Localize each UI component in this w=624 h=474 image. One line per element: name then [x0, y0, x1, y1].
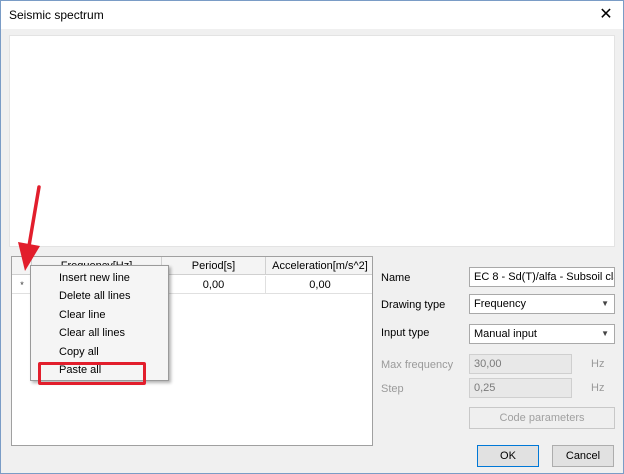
seismic-spectrum-dialog: Seismic spectrum ✕ Frequency[Hz] Period[…: [0, 0, 624, 474]
input-type-value: Manual input: [474, 328, 537, 340]
step-field: 0,25: [469, 378, 572, 398]
max-frequency-field: 30,00: [469, 354, 572, 374]
drawing-type-value: Frequency: [474, 298, 526, 310]
red-arrow-icon: [18, 185, 41, 271]
drawing-type-select[interactable]: Frequency ▼: [469, 294, 615, 314]
max-frequency-unit: Hz: [591, 358, 605, 370]
step-label: Step: [381, 383, 404, 395]
input-type-label: Input type: [381, 327, 430, 339]
ok-button[interactable]: OK: [477, 445, 539, 467]
name-field[interactable]: EC 8 - Sd(T)/alfa - Subsoil class A: [469, 267, 615, 287]
step-unit: Hz: [591, 382, 605, 394]
name-label: Name: [381, 272, 411, 284]
cancel-button[interactable]: Cancel: [552, 445, 614, 467]
drawing-type-label: Drawing type: [381, 299, 446, 311]
max-frequency-label: Max frequency: [381, 359, 454, 371]
input-type-select[interactable]: Manual input ▼: [469, 324, 615, 344]
chevron-down-icon: ▼: [601, 329, 609, 338]
code-parameters-button: Code parameters: [469, 407, 615, 429]
chevron-down-icon: ▼: [601, 299, 609, 308]
